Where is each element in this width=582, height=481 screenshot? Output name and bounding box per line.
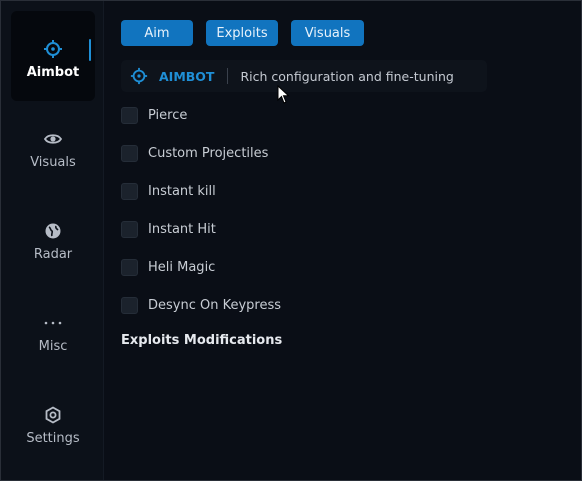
app-window: Aimbot Visuals Radar Misc Settings Aim E… <box>0 0 582 481</box>
tab-exploits[interactable]: Exploits <box>206 20 278 46</box>
option-label: Instant kill <box>148 183 216 199</box>
desync-on-keypress-checkbox[interactable] <box>121 296 138 314</box>
option-label: Custom Projectiles <box>148 145 269 161</box>
option-pierce[interactable]: Pierce <box>121 106 187 124</box>
option-label: Pierce <box>148 107 188 123</box>
custom-projectiles-checkbox[interactable] <box>121 144 138 162</box>
active-indicator <box>89 39 91 61</box>
instant-hit-checkbox[interactable] <box>121 220 138 238</box>
header-title: AIMBOT <box>159 68 215 84</box>
sidebar-item-label: Aimbot <box>26 65 80 80</box>
sidebar-item-radar[interactable]: Radar <box>11 221 95 262</box>
instant-kill-checkbox[interactable] <box>121 182 138 200</box>
sidebar-item-visuals[interactable]: Visuals <box>11 129 95 170</box>
crosshair-icon <box>44 40 62 58</box>
option-label: Desync On Keypress <box>148 297 282 313</box>
globe-icon <box>45 223 61 239</box>
header-divider <box>227 68 229 84</box>
option-instant-hit[interactable]: Instant Hit <box>121 220 216 238</box>
sidebar: Aimbot Visuals Radar Misc Settings <box>1 1 104 480</box>
option-instant-kill[interactable]: Instant kill <box>121 182 216 200</box>
eye-icon <box>43 134 63 144</box>
option-label: Instant Hit <box>148 221 216 237</box>
sidebar-item-label: Settings <box>26 431 80 446</box>
crosshair-icon <box>130 67 148 85</box>
sidebar-item-aimbot[interactable]: Aimbot <box>11 11 95 101</box>
pierce-checkbox[interactable] <box>121 106 138 124</box>
option-label: Heli Magic <box>148 259 216 275</box>
mouse-cursor-icon <box>277 85 290 104</box>
option-desync-on-keypress[interactable]: Desync On Keypress <box>121 296 281 314</box>
sidebar-item-label: Visuals <box>30 155 76 170</box>
sidebar-item-misc[interactable]: Misc <box>11 313 95 354</box>
option-heli-magic[interactable]: Heli Magic <box>121 258 215 276</box>
header-subtitle: Rich configuration and fine-tuning <box>240 68 454 84</box>
sidebar-item-label: Misc <box>38 339 68 354</box>
exploits-modifications-heading: Exploits Modifications <box>121 333 283 348</box>
option-custom-projectiles[interactable]: Custom Projectiles <box>121 144 268 162</box>
sidebar-item-settings[interactable]: Settings <box>11 405 95 446</box>
sidebar-item-label: Radar <box>33 247 73 262</box>
tab-visuals[interactable]: Visuals <box>291 20 364 46</box>
heli-magic-checkbox[interactable] <box>121 258 138 276</box>
tab-aim[interactable]: Aim <box>121 20 193 46</box>
section-header: AIMBOT Rich configuration and fine-tunin… <box>121 60 487 92</box>
gear-icon <box>45 406 61 424</box>
tab-bar: Aim Exploits Visuals <box>121 20 377 46</box>
ellipsis-icon <box>44 321 62 325</box>
